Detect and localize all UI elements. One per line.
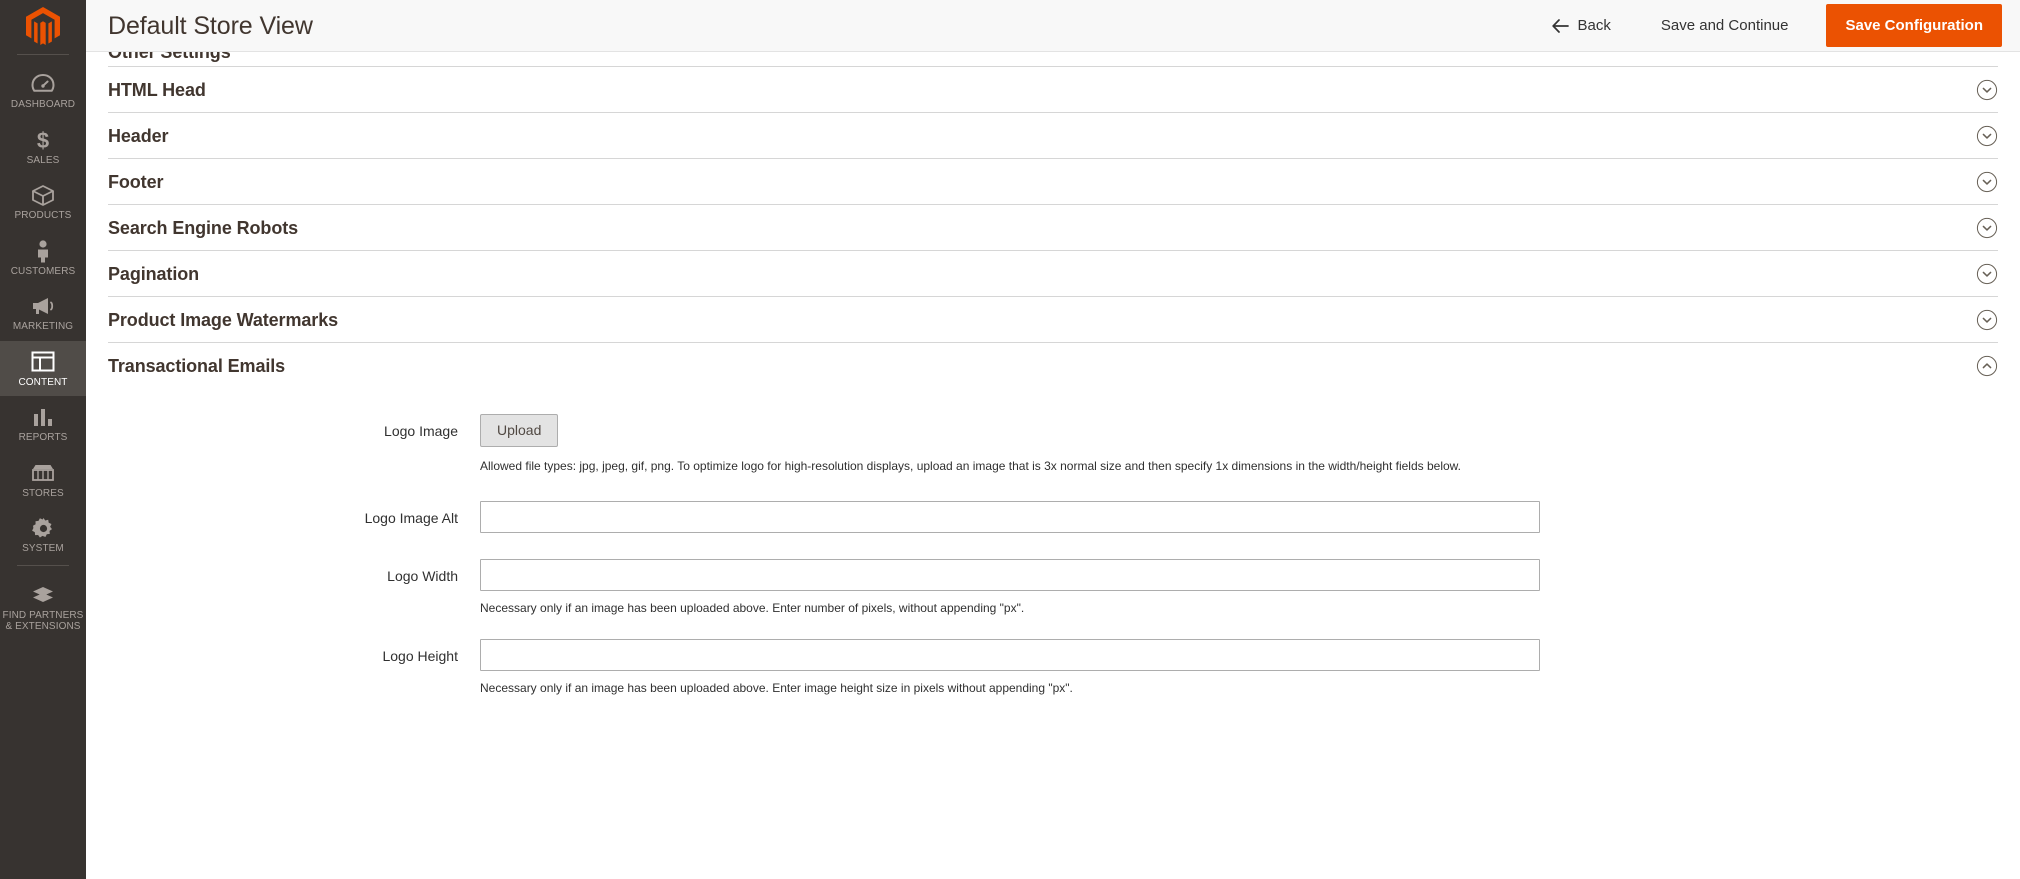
- field-label: Logo Image Alt: [364, 510, 458, 526]
- sidebar-item-label: MARKETING: [12, 321, 74, 332]
- sidebar-item-system[interactable]: SYSTEM: [0, 507, 86, 563]
- page-title: Default Store View: [108, 11, 313, 40]
- sidebar-item-marketing[interactable]: MARKETING: [0, 285, 86, 341]
- config-content: Other Settings HTML Head Header Footer S…: [86, 52, 2020, 879]
- section-product-image-watermarks[interactable]: Product Image Watermarks: [108, 296, 1998, 342]
- logo-image-alt-input[interactable]: [480, 501, 1540, 533]
- field-control: [480, 501, 1540, 533]
- header-actions: Back Save and Continue Save Configuratio…: [1536, 4, 2002, 47]
- section-other-settings[interactable]: Other Settings: [108, 52, 1998, 66]
- sidebar-item-stores[interactable]: STORES: [0, 452, 86, 508]
- admin-app: DASHBOARD $ SALES PRODUCTS CUSTOMERS MAR…: [0, 0, 2020, 879]
- section-title: Product Image Watermarks: [108, 309, 339, 330]
- chevron-up-icon[interactable]: [1976, 355, 1998, 377]
- find-partners-icon: [31, 583, 55, 607]
- system-icon: [31, 516, 55, 540]
- sales-icon: $: [31, 128, 55, 152]
- admin-sidebar: DASHBOARD $ SALES PRODUCTS CUSTOMERS MAR…: [0, 0, 86, 879]
- sidebar-item-label: FIND PARTNERS & EXTENSIONS: [2, 609, 84, 633]
- section-title: HTML Head: [108, 79, 206, 100]
- stores-icon: [31, 461, 55, 485]
- save-and-continue-button[interactable]: Save and Continue: [1641, 9, 1809, 42]
- sidebar-item-customers[interactable]: CUSTOMERS: [0, 230, 86, 286]
- sidebar-item-dashboard[interactable]: DASHBOARD: [0, 63, 86, 119]
- field-label: Logo Width: [387, 568, 458, 584]
- section-title: Header: [108, 125, 169, 146]
- magento-logo-icon: [26, 7, 60, 45]
- sidebar-item-reports[interactable]: REPORTS: [0, 396, 86, 452]
- sidebar-item-label: PRODUCTS: [14, 210, 72, 221]
- section-title: Transactional Emails: [108, 355, 286, 376]
- field-note: Necessary only if an image has been uplo…: [480, 601, 1025, 615]
- section-pagination[interactable]: Pagination: [108, 250, 1998, 296]
- field-label: Logo Image: [384, 423, 458, 439]
- field-control: Necessary only if an image has been uplo…: [480, 639, 1540, 697]
- sidebar-item-label: STORES: [22, 487, 64, 499]
- sidebar-item-sales[interactable]: $ SALES: [0, 119, 86, 175]
- sidebar-item-find-partners[interactable]: FIND PARTNERS & EXTENSIONS: [0, 574, 86, 641]
- section-title: Pagination: [108, 263, 200, 284]
- field-note: Necessary only if an image has been uplo…: [480, 681, 1073, 695]
- page-header: Default Store View Back Save and Continu…: [86, 0, 2020, 52]
- field-logo-width: Logo Width Necessary only if an image ha…: [108, 559, 1998, 617]
- back-button-label: Back: [1577, 17, 1611, 34]
- main-region: Default Store View Back Save and Continu…: [86, 0, 2020, 879]
- sidebar-item-products[interactable]: PRODUCTS: [0, 174, 86, 230]
- field-logo-image-alt: Logo Image Alt: [108, 501, 1998, 533]
- sidebar-item-label: CUSTOMERS: [10, 265, 76, 277]
- transactional-emails-fieldset: Logo Image Upload Allowed file types: jp…: [108, 414, 1998, 707]
- field-label: Logo Height: [382, 648, 458, 664]
- back-button[interactable]: Back: [1536, 9, 1627, 42]
- logo-image-upload-button[interactable]: Upload: [480, 414, 559, 447]
- chevron-down-icon[interactable]: [1976, 263, 1998, 285]
- field-logo-height: Logo Height Necessary only if an image h…: [108, 639, 1998, 697]
- chevron-down-icon[interactable]: [1976, 309, 1998, 331]
- field-note: Allowed file types: jpg, jpeg, gif, png.…: [480, 459, 1462, 473]
- section-title: Other Settings: [108, 52, 231, 62]
- section-transactional-emails[interactable]: Transactional Emails: [108, 342, 1998, 388]
- customers-icon: [34, 239, 52, 263]
- sidebar-divider-bottom: [17, 564, 69, 566]
- section-search-engine-robots[interactable]: Search Engine Robots: [108, 204, 1998, 250]
- section-title: Footer: [108, 171, 164, 192]
- products-icon: [31, 183, 55, 207]
- magento-logo[interactable]: [0, 0, 86, 52]
- sidebar-item-label: SYSTEM: [22, 543, 64, 554]
- field-control: Necessary only if an image has been uplo…: [480, 559, 1540, 617]
- chevron-down-icon[interactable]: [1976, 125, 1998, 147]
- arrow-left-icon: [1551, 18, 1569, 33]
- reports-icon: [32, 405, 54, 429]
- section-title: Search Engine Robots: [108, 217, 299, 238]
- sidebar-item-label: REPORTS: [18, 432, 68, 443]
- svg-text:$: $: [37, 128, 49, 152]
- dashboard-icon: [31, 72, 55, 96]
- field-logo-image: Logo Image Upload Allowed file types: jp…: [108, 414, 1998, 475]
- section-footer[interactable]: Footer: [108, 158, 1998, 204]
- sidebar-item-label: SALES: [26, 154, 60, 166]
- chevron-down-icon[interactable]: [1976, 171, 1998, 193]
- logo-width-input[interactable]: [480, 559, 1540, 591]
- sidebar-item-label: CONTENT: [18, 376, 68, 388]
- content-icon: [31, 350, 55, 374]
- marketing-icon: [30, 294, 56, 318]
- sidebar-divider-top: [17, 54, 69, 55]
- section-html-head[interactable]: HTML Head: [108, 66, 1998, 112]
- field-control: Upload Allowed file types: jpg, jpeg, gi…: [480, 414, 1540, 475]
- sidebar-item-content[interactable]: CONTENT: [0, 340, 86, 396]
- section-header[interactable]: Header: [108, 112, 1998, 158]
- logo-height-input[interactable]: [480, 639, 1540, 671]
- save-configuration-button[interactable]: Save Configuration: [1826, 4, 2002, 47]
- chevron-down-icon[interactable]: [1976, 79, 1998, 101]
- chevron-down-icon[interactable]: [1976, 217, 1998, 239]
- sidebar-item-label: DASHBOARD: [10, 99, 76, 110]
